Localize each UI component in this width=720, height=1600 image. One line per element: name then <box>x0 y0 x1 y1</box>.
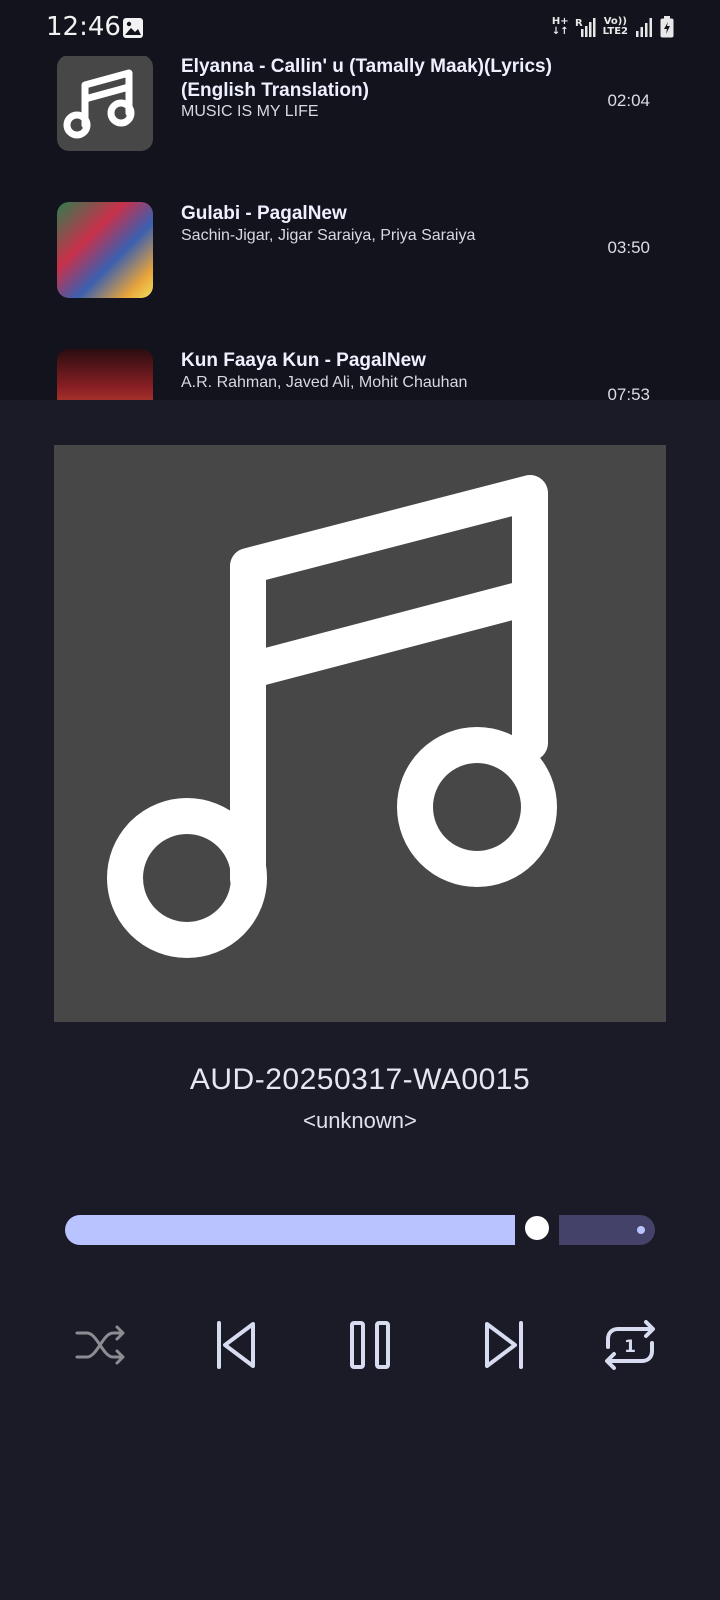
seek-bar[interactable] <box>65 1215 655 1245</box>
music-note-icon <box>63 69 135 139</box>
gallery-notification-icon <box>123 18 143 38</box>
status-bar: 12:46 H+ ↓↑ R Vo)) LTE2 <box>0 0 720 56</box>
track-thumbnail <box>57 202 153 298</box>
pause-icon <box>350 1321 390 1369</box>
repeat-one-icon: 1 <box>605 1320 655 1370</box>
playlist[interactable]: Elyanna - Callin' u (Tamally Maak)(Lyric… <box>0 0 720 400</box>
repeat-badge: 1 <box>624 1337 636 1357</box>
track-duration: 03:50 <box>607 238 650 257</box>
network-type-1: H+ ↓↑ <box>551 16 569 37</box>
track-duration: 07:53 <box>607 385 650 400</box>
shuffle-icon <box>75 1325 125 1365</box>
playback-controls: 1 <box>0 1310 720 1380</box>
track-artist: Sachin-Jigar, Jigar Saraiya, Priya Sarai… <box>181 227 476 244</box>
battery-charging-icon <box>660 16 674 38</box>
status-indicators: H+ ↓↑ R Vo)) LTE2 <box>552 16 674 38</box>
signal-icon-2 <box>636 18 652 37</box>
skip-previous-icon <box>217 1321 255 1369</box>
previous-button[interactable] <box>200 1310 270 1380</box>
track-thumbnail <box>57 55 153 151</box>
music-note-icon <box>107 475 557 958</box>
seek-played <box>65 1215 515 1245</box>
list-item[interactable]: Kun Faaya Kun - PagalNew A.R. Rahman, Ja… <box>57 349 677 400</box>
skip-next-icon <box>485 1321 523 1369</box>
next-button[interactable] <box>470 1310 540 1380</box>
list-item[interactable]: Elyanna - Callin' u (Tamally Maak)(Lyric… <box>57 55 677 151</box>
list-item[interactable]: Gulabi - PagalNew Sachin-Jigar, Jigar Sa… <box>57 202 677 298</box>
seek-thumb[interactable] <box>525 1216 549 1240</box>
track-title: Gulabi - PagalNew <box>181 203 347 224</box>
track-artist: MUSIC IS MY LIFE <box>181 103 319 120</box>
track-artist: A.R. Rahman, Javed Ali, Mohit Chauhan <box>181 374 468 391</box>
track-duration: 02:04 <box>607 91 650 110</box>
album-art <box>54 445 666 1022</box>
seek-end-dot <box>637 1226 645 1234</box>
seek-remaining <box>559 1215 655 1245</box>
now-playing-panel[interactable]: AUD-20250317-WA0015 <unknown> 1 <box>0 400 720 1600</box>
svg-text:R: R <box>575 18 583 29</box>
track-thumbnail <box>57 349 153 400</box>
track-title: Elyanna - Callin' u (Tamally Maak)(Lyric… <box>181 56 552 101</box>
shuffle-button[interactable] <box>66 1310 136 1380</box>
track-title: Kun Faaya Kun - PagalNew <box>181 350 426 371</box>
repeat-button[interactable]: 1 <box>595 1310 665 1380</box>
signal-icon-1: R <box>575 18 596 37</box>
status-time: 12:46 <box>46 12 121 42</box>
now-playing-title: AUD-20250317-WA0015 <box>189 1063 531 1096</box>
pause-button[interactable] <box>335 1310 405 1380</box>
volte-indicator: Vo)) LTE2 <box>602 16 628 37</box>
now-playing-artist: <unknown> <box>303 1108 417 1133</box>
